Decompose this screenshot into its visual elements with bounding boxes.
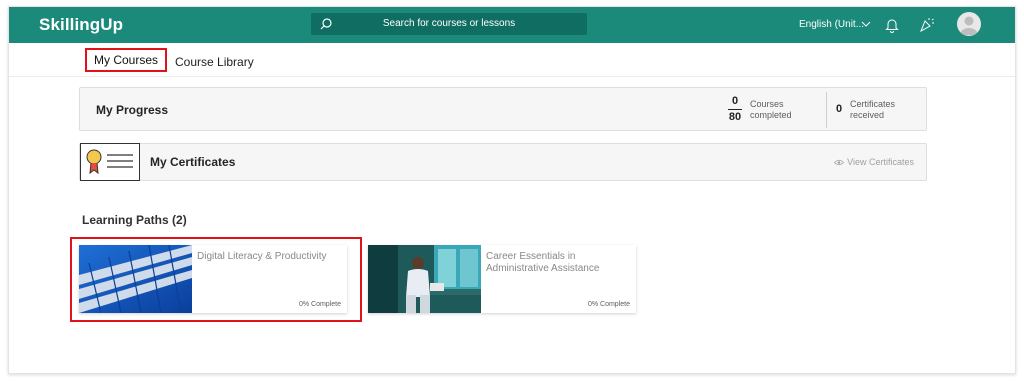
certificate-icon bbox=[80, 143, 140, 181]
chevron-down-icon[interactable] bbox=[861, 19, 871, 29]
learning-path-card[interactable]: Career Essentials in Administrative Assi… bbox=[368, 245, 636, 313]
keyboard-thumbnail bbox=[79, 245, 192, 313]
avatar-icon bbox=[960, 16, 978, 35]
fraction-line bbox=[728, 109, 742, 110]
search-box[interactable]: Search for courses or lessons bbox=[311, 13, 587, 35]
learning-paths-heading: Learning Paths (2) bbox=[82, 213, 187, 227]
search-placeholder[interactable]: Search for courses or lessons bbox=[311, 18, 587, 29]
path-title[interactable]: Digital Literacy & Productivity bbox=[197, 251, 343, 263]
language-selector[interactable]: English (Unit... bbox=[799, 19, 864, 30]
certificates-title: My Certificates bbox=[150, 155, 236, 169]
courses-label-line2: completed bbox=[750, 110, 792, 120]
learning-path-card[interactable]: Digital Literacy & Productivity 0% Compl… bbox=[79, 245, 347, 313]
view-certificates-link[interactable]: View Certificates bbox=[834, 157, 914, 167]
my-progress-card: My Progress 0 80 Courses completed 0 Cer… bbox=[79, 87, 927, 131]
user-avatar[interactable] bbox=[957, 12, 981, 36]
path-status: 0% Complete bbox=[298, 301, 341, 308]
courses-fraction: 0 80 bbox=[728, 95, 742, 124]
certificates-label-line1: Certificates bbox=[850, 99, 896, 109]
top-navigation-bar: SkillingUp Search for courses or lessons… bbox=[9, 7, 1015, 43]
view-certificates-label: View Certificates bbox=[847, 157, 914, 167]
celebrate-icon[interactable] bbox=[919, 16, 935, 33]
tab-my-courses[interactable]: My Courses bbox=[85, 48, 168, 72]
tab-course-library[interactable]: Course Library bbox=[169, 51, 260, 73]
my-certificates-card[interactable]: My Certificates View Certificates bbox=[79, 143, 927, 181]
bell-icon[interactable] bbox=[885, 17, 899, 33]
courses-completed-count: 0 bbox=[731, 95, 739, 107]
path-title[interactable]: Career Essentials in Administrative Assi… bbox=[486, 251, 632, 275]
certificates-received-label: Certificates received bbox=[850, 99, 895, 121]
courses-total-count: 80 bbox=[728, 111, 742, 123]
brand-logo[interactable]: SkillingUp bbox=[39, 15, 123, 35]
eye-icon bbox=[834, 159, 845, 166]
progress-title: My Progress bbox=[96, 103, 169, 117]
stat-divider bbox=[826, 92, 827, 128]
courses-label-line1: Courses bbox=[750, 99, 784, 109]
office-thumbnail bbox=[368, 245, 481, 313]
courses-completed-label: Courses completed bbox=[750, 99, 792, 121]
course-tabs: My Courses Course Library bbox=[9, 43, 1015, 77]
path-status: 0% Complete bbox=[587, 301, 630, 308]
certificates-label-line2: received bbox=[850, 110, 885, 120]
certificates-count: 0 bbox=[836, 103, 843, 115]
